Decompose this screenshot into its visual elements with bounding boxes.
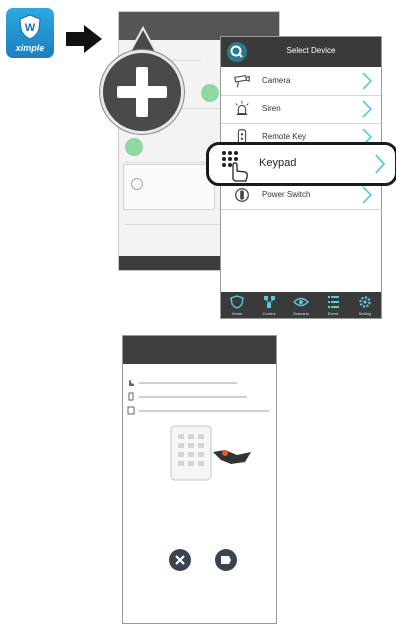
gear-icon [359,296,371,308]
tab-home[interactable]: Home [221,294,253,318]
device-item-keypad[interactable]: Keypad [206,142,396,186]
battery-icon [128,392,134,401]
device-item-siren[interactable]: Siren [221,96,381,124]
eye-icon [293,297,309,307]
device-item-label: Keypad [259,157,297,169]
chevron-right-icon [362,186,373,204]
arrow-right-icon [66,25,102,53]
siren-icon [235,100,249,116]
page-title: Select Device [286,46,336,55]
w2-shield-icon: W [19,14,41,40]
chevron-right-icon [362,72,373,90]
tab-setting[interactable]: Setting [349,294,381,318]
keypad-icon [222,151,248,182]
instruction-text [139,396,247,398]
hand-icon [129,380,134,386]
status-dot [125,138,143,156]
list-icon [328,296,339,308]
status-dot [201,84,219,102]
instruction-text [139,410,269,412]
camera-icon [234,74,250,88]
cancel-button[interactable] [169,549,191,571]
tab-label: Scenario [293,311,309,316]
close-icon [175,555,185,565]
device-icon [131,178,143,190]
tab-label: Event [327,311,339,316]
chevron-right-icon [375,154,386,174]
device-item-label: Power Switch [262,190,311,199]
tab-scenario[interactable]: Scenario [285,294,317,318]
keypad-icon [127,406,135,415]
back-button[interactable] [227,42,247,62]
power-switch-icon [235,188,249,202]
svg-text:W: W [25,22,36,34]
keypad-device-illustration [170,425,251,481]
add-device-button[interactable] [100,50,184,134]
tab-label: Control [262,311,276,316]
add-keypad-screen [122,335,277,624]
tab-event[interactable]: Event [317,294,349,318]
tab-label: Home [231,311,243,316]
network-icon [264,296,275,308]
device-item-power-switch[interactable]: Power Switch [221,182,381,210]
tab-label: Setting [358,311,372,316]
tab-bar: Home Control Scenario Event Setting [221,292,381,318]
app-brand-label: ximple [15,43,45,53]
instruction-text [139,382,237,384]
shield-icon [230,295,244,309]
screen-header [123,336,276,364]
tag-icon [221,556,231,564]
select-device-header: Select Device [221,37,381,67]
tab-control[interactable]: Control [253,294,285,318]
app-icon[interactable]: W ximple [6,8,54,58]
device-item-label: Camera [262,76,291,85]
device-item-label: Remote Key [262,132,307,141]
device-item-label: Siren [262,104,281,113]
plus-icon [136,67,148,117]
device-item-camera[interactable]: Camera [221,68,381,96]
search-icon [230,45,243,58]
add-button[interactable] [215,549,237,571]
chevron-right-icon [362,100,373,118]
